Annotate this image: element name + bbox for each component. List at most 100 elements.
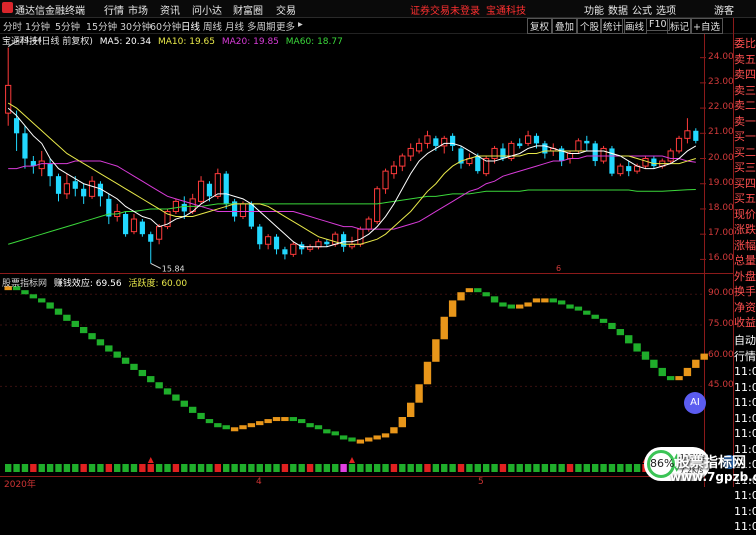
tab-monthly[interactable]: 月线: [225, 19, 244, 33]
tab-5min[interactable]: 5分钟: [55, 19, 80, 33]
candle-body: [357, 228, 364, 245]
candle-body: [659, 160, 666, 167]
indicator-block: [683, 367, 692, 377]
candle-body: [500, 148, 506, 159]
sidebar-label: 买二: [734, 145, 756, 159]
indicator-block: [423, 361, 432, 385]
candle-body: [122, 214, 129, 235]
sidebar-label: 卖四: [734, 68, 756, 81]
indicator-block: [214, 423, 222, 428]
tick-time: 11:02: [734, 504, 756, 518]
signal-bar: [264, 464, 272, 472]
sidebar-label: 卖二: [734, 99, 756, 112]
indicator-block: [700, 353, 708, 360]
tab-multi-period[interactable]: 多周期: [247, 19, 276, 33]
candle-body: [181, 203, 187, 212]
tab-1min[interactable]: 1分钟: [25, 19, 50, 33]
candle-body: [30, 161, 36, 167]
indicator-title: 股票指标网: [2, 279, 48, 289]
candle-body: [524, 135, 532, 144]
signal-bar: [390, 464, 398, 472]
indicator-block: [398, 417, 407, 428]
signal-bar: [231, 464, 238, 472]
signal-bar: [424, 464, 431, 472]
menu-wealth-circle[interactable]: 财富圈: [233, 2, 263, 17]
menu-trade[interactable]: 交易: [276, 2, 296, 17]
ma10-label: MA10: 19.65: [157, 37, 215, 47]
signal-bar: [566, 464, 574, 472]
sidebar-label: 买四: [734, 176, 756, 190]
signal-arrow-icon: [147, 457, 154, 463]
signal-bar: [139, 464, 146, 472]
menu-market-quotes[interactable]: 行情: [104, 2, 124, 17]
menu-data[interactable]: 数据: [608, 2, 628, 17]
candle-body: [684, 130, 691, 139]
tab-intraday[interactable]: 分时: [3, 19, 22, 33]
signal-bar: [214, 464, 222, 472]
overlay-button[interactable]: 叠加: [552, 18, 578, 34]
candle-body: [450, 135, 456, 146]
stock-button[interactable]: 个股: [577, 18, 603, 34]
menu-formula[interactable]: 公式: [632, 2, 652, 17]
candle-body: [214, 173, 221, 197]
restore-rights-button[interactable]: 复权: [527, 18, 553, 34]
candle-body: [675, 137, 683, 152]
signal-bar: [30, 464, 37, 472]
menu-news[interactable]: 资讯: [160, 2, 180, 17]
candle-body: [63, 183, 70, 195]
menu-market[interactable]: 市场: [128, 2, 148, 17]
candle-body: [88, 180, 96, 197]
candle-body: [315, 241, 322, 248]
candle-body: [390, 165, 398, 175]
candle-body: [348, 243, 356, 248]
candle-body: [433, 138, 439, 146]
tab-weekly[interactable]: 周线: [203, 19, 222, 33]
candle-body: [156, 226, 163, 240]
candle-body: [273, 236, 280, 250]
indicator-tick-label: 90.00: [708, 288, 734, 299]
tab-15min[interactable]: 15分钟: [86, 19, 117, 33]
indicator-block: [289, 417, 297, 422]
candle-body: [415, 142, 423, 152]
menu-options[interactable]: 选项: [656, 2, 676, 17]
kline-chart[interactable]: 24.4415.84: [0, 0, 756, 487]
sidebar-label: 涨幅: [734, 238, 756, 252]
candle-body: [634, 165, 641, 172]
indicator-block: [281, 417, 289, 422]
menu-ask[interactable]: 问小达: [192, 2, 222, 17]
tab-more[interactable]: 更多: [276, 19, 295, 33]
menu-functions[interactable]: 功能: [584, 2, 604, 17]
add-watchlist-button[interactable]: +自选: [690, 18, 723, 34]
signal-bar: [248, 464, 255, 472]
tab-30min[interactable]: 30分钟: [120, 19, 151, 33]
tab-60min[interactable]: 60分钟: [150, 19, 181, 33]
draw-line-button[interactable]: 画线: [622, 18, 648, 34]
indicator-block: [591, 314, 599, 319]
candle-body: [667, 150, 674, 162]
price-tick-label: 16.00: [708, 253, 734, 264]
mark-button[interactable]: 标记: [667, 18, 693, 34]
menu-bar: 通达信金融终端 行情 市场 资讯 问小达 财富圈 交易 证券交易未登录 宝通科技…: [0, 0, 756, 18]
tab-daily[interactable]: 日线: [181, 19, 200, 33]
price-tick-label: 22.00: [708, 102, 734, 113]
candle-body: [575, 140, 582, 152]
candle-body: [483, 158, 490, 175]
candle-body: [72, 181, 78, 189]
indicator-block: [121, 357, 130, 364]
indicator-block: [113, 351, 121, 358]
signal-bar: [5, 464, 12, 472]
indicator-block: [54, 308, 63, 315]
candle-body: [47, 163, 53, 177]
indicator-block: [692, 359, 700, 368]
signal-bar: [256, 464, 263, 472]
signal-bar: [550, 464, 557, 472]
signal-bar: [298, 464, 305, 472]
signal-bar: [323, 464, 331, 472]
more-arrow-icon[interactable]: ▸: [298, 19, 303, 30]
login-warning[interactable]: 证券交易未登录: [410, 2, 480, 17]
signal-bar: [600, 464, 607, 472]
guest-user[interactable]: 游客: [714, 2, 734, 17]
candle-body: [290, 243, 297, 255]
signal-bar: [130, 464, 138, 472]
ai-assistant-button[interactable]: AI: [684, 392, 706, 414]
